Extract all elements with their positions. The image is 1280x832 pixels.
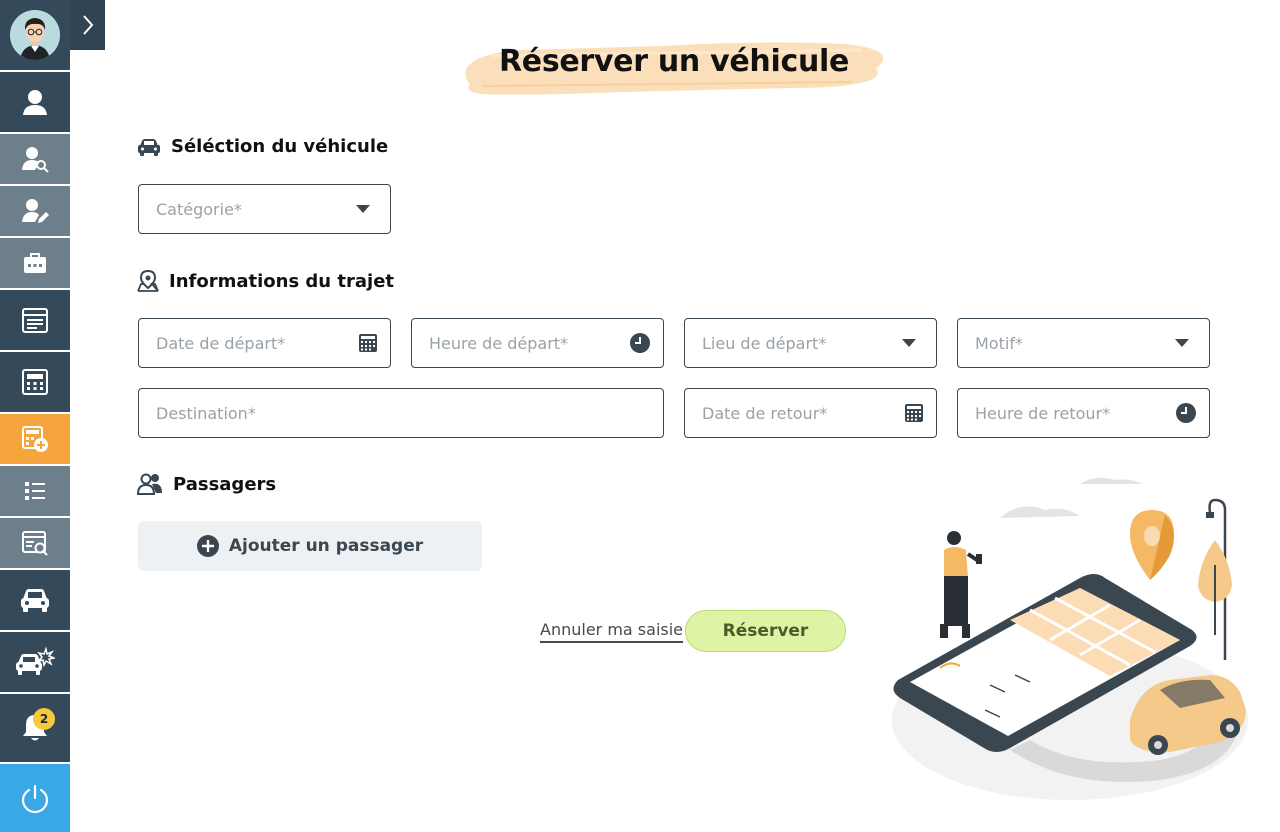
return-date-placeholder: Date de retour* [702,403,828,423]
sidebar-item-calculator[interactable] [0,350,70,412]
section-trip-title: Informations du trajet [137,270,394,292]
plus-circle-icon [196,535,219,557]
page-title: Réserver un véhicule [498,44,850,79]
return-date-field[interactable]: Date de retour* [684,388,937,438]
sidebar-item-list[interactable] [0,464,70,516]
users-icon [137,473,162,495]
document-search-icon [22,531,48,556]
section-vehicle-title: Séléction du véhicule [137,136,388,157]
caret-down-icon [1175,339,1189,347]
caret-down-icon [356,205,370,213]
departure-date-field[interactable]: Date de départ* [138,318,391,368]
car-crash-icon [16,647,55,675]
section-title-text: Séléction du véhicule [171,136,389,157]
car-icon [21,589,49,612]
sidebar-item-user-search[interactable] [0,132,70,184]
user-search-icon [22,147,49,173]
caret-down-icon [902,339,916,347]
chevron-right-icon [82,15,93,35]
calendar-icon [904,403,924,423]
departure-time-placeholder: Heure de départ* [429,333,569,353]
user-avatar[interactable] [10,10,60,60]
sidebar-item-briefcase[interactable] [0,236,70,288]
calendar-icon [22,308,48,333]
sidebar-item-new-reservation[interactable] [0,412,70,464]
briefcase-icon [24,253,46,273]
page-header: Réserver un véhicule [462,38,886,98]
category-placeholder: Catégorie* [156,199,242,219]
departure-place-placeholder: Lieu de départ* [702,333,827,353]
reason-placeholder: Motif* [975,333,1023,353]
departure-place-select[interactable]: Lieu de départ* [684,318,937,368]
category-select[interactable]: Catégorie* [138,184,391,234]
booking-illustration [892,477,1248,800]
car-icon [138,138,160,156]
sidebar: 2 [0,0,105,832]
return-time-field[interactable]: Heure de retour* [957,388,1210,438]
notifications-badge: 2 [33,708,55,730]
sidebar-item-calendar[interactable] [0,288,70,350]
clock-icon [629,332,651,354]
sidebar-expand-button[interactable] [70,0,105,50]
cancel-link[interactable]: Annuler ma saisie [540,620,684,643]
departure-date-placeholder: Date de départ* [156,333,286,353]
sidebar-item-profile[interactable] [0,70,70,132]
calendar-icon [358,333,378,353]
sidebar-item-vehicles[interactable] [0,568,70,630]
return-time-placeholder: Heure de retour* [975,403,1111,423]
section-passengers-title: Passagers [137,473,276,495]
user-edit-icon [22,199,49,223]
sidebar-item-document-search[interactable] [0,516,70,568]
destination-placeholder: Destination* [156,403,256,423]
section-title-text: Passagers [173,473,277,495]
map-pin-icon [137,270,159,292]
reason-select[interactable]: Motif* [957,318,1210,368]
sidebar-profile [0,0,70,70]
section-title-text: Informations du trajet [169,270,394,292]
departure-time-field[interactable]: Heure de départ* [411,318,664,368]
list-icon [25,482,45,500]
clock-icon [1175,402,1197,424]
user-icon [23,90,47,115]
calculator-add-icon [22,426,48,452]
destination-field[interactable]: Destination* [138,388,664,438]
add-passenger-button[interactable]: Ajouter un passager [138,521,482,571]
sidebar-item-notifications[interactable]: 2 [0,692,70,762]
power-icon [21,784,49,813]
sidebar-item-incidents[interactable] [0,630,70,692]
submit-button[interactable]: Réserver [685,610,846,652]
sidebar-item-logout[interactable] [0,762,70,832]
add-passenger-label: Ajouter un passager [228,536,424,556]
sidebar-item-user-edit[interactable] [0,184,70,236]
calculator-icon [22,369,48,395]
